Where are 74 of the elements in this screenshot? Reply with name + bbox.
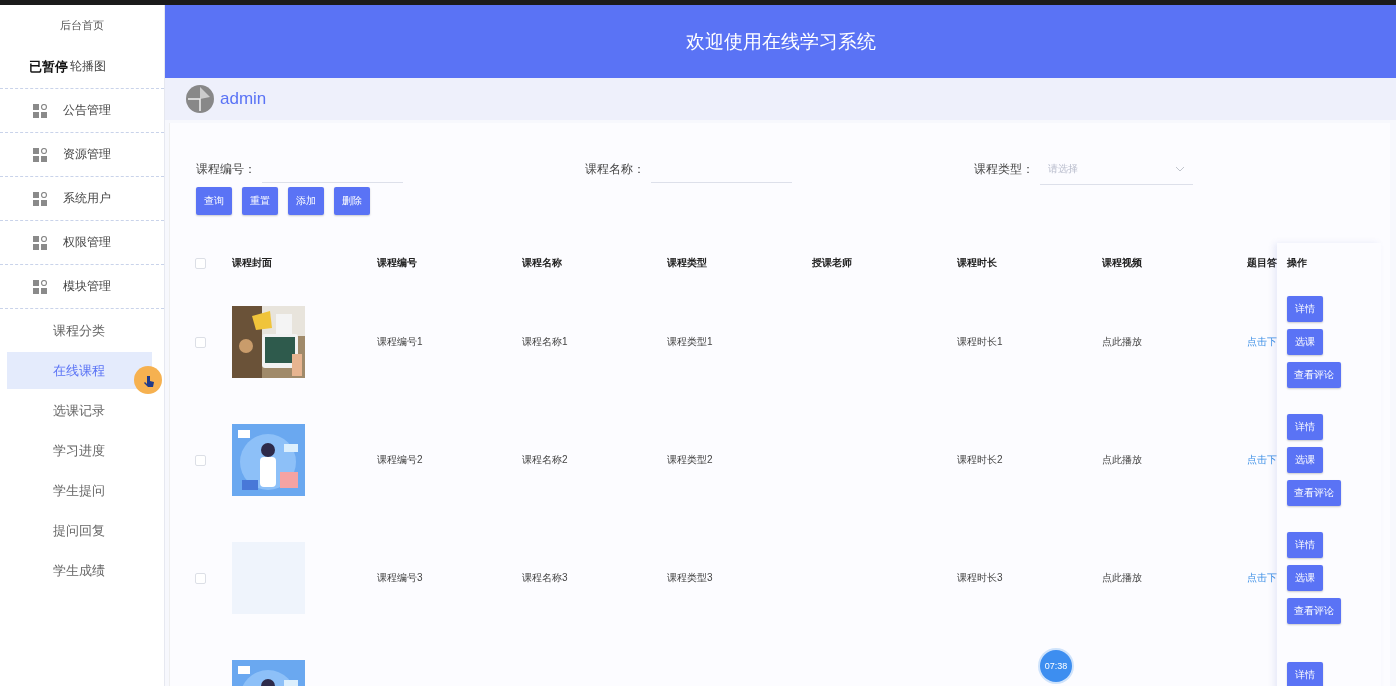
table-cell: 课程时长1 [957,336,1003,347]
filter-label: 课程名称： [585,160,646,178]
submenu-item[interactable]: 学生提问 [7,472,152,509]
submenu-item[interactable]: 学生成绩 [7,552,152,589]
download-link[interactable]: 点击下 [1247,454,1277,465]
avatar-icon [186,85,214,113]
row-action-button[interactable]: 详情 [1287,414,1323,440]
action-button[interactable]: 删除 [334,187,370,215]
menu-item[interactable]: 资源管理 [63,146,111,163]
table-cell: 课程名称2 [522,454,568,465]
action-button[interactable]: 添加 [288,187,324,215]
column-header: 授课老师 [812,256,853,270]
table-cell: 点此播放 [1102,336,1142,347]
grid-icon [33,103,47,118]
row-action-button[interactable]: 查看评论 [1287,480,1341,506]
table-cell: 课程编号1 [377,336,423,347]
user-name: admin [220,89,267,109]
table-cell: 课程编号3 [377,572,423,583]
download-link[interactable]: 点击下 [1247,572,1277,583]
cursor-highlight-icon [134,366,162,394]
row-action-button[interactable]: 详情 [1287,532,1323,558]
submenu-item[interactable]: 提问回复 [7,512,152,549]
column-header: 题目答 [1247,256,1278,270]
submenu-item[interactable]: 选课记录 [7,392,152,429]
row-action-button[interactable]: 详情 [1287,296,1323,322]
checkbox[interactable] [195,257,206,269]
column-header: 课程视频 [1102,256,1143,270]
submenu-item[interactable]: 课程分类 [7,312,152,349]
menu-item[interactable]: 系统用户 [63,190,111,207]
table-cell: 课程编号2 [377,454,423,465]
table-cell: 课程时长3 [957,572,1003,583]
paused-label: 已暂停 [29,57,68,76]
submenu-item[interactable]: 在线课程 [7,352,152,389]
column-header: 课程封面 [232,256,273,270]
download-link[interactable]: 点击下 [1247,336,1277,347]
grid-icon [33,191,47,206]
row-action-button[interactable]: 查看评论 [1287,598,1341,624]
grid-icon [33,279,47,294]
row-action-button[interactable]: 选课 [1287,565,1323,591]
action-button[interactable]: 查询 [196,187,232,215]
submenu-item[interactable]: 学习进度 [7,432,152,469]
grid-icon [33,147,47,162]
checkbox[interactable] [195,336,206,348]
column-header: 课程时长 [957,256,998,270]
table-cell: 课程名称1 [522,336,568,347]
row-action-button[interactable]: 选课 [1287,329,1323,355]
table-cell: 课程名称3 [522,572,568,583]
menu-item[interactable]: 模块管理 [63,278,111,295]
row-action-button[interactable]: 查看评论 [1287,362,1341,388]
column-header: 课程类型 [667,256,708,270]
checkbox[interactable] [195,572,206,584]
row-action-button[interactable]: 详情 [1287,662,1323,686]
chevron-down-icon [1175,165,1185,172]
menu-item[interactable]: 轮播图 [70,58,106,75]
filter-label: 课程类型： [974,160,1035,178]
grid-icon [33,235,47,250]
row-action-button[interactable]: 选课 [1287,447,1323,473]
action-button[interactable]: 重置 [242,187,278,215]
menu-item[interactable]: 后台首页 [0,5,164,45]
table-cell: 课程类型3 [667,572,713,583]
menu-item[interactable]: 公告管理 [63,102,111,119]
table-cell: 点此播放 [1102,454,1142,465]
page-title: 欢迎使用在线学习系统 [685,29,876,54]
table-cell: 课程类型1 [667,336,713,347]
column-header: 课程编号 [377,256,418,270]
checkbox[interactable] [195,454,206,466]
table-cell: 点此播放 [1102,572,1142,583]
column-header: 课程名称 [522,256,563,270]
column-header: 操作 [1287,256,1307,270]
filter-label: 课程编号： [196,160,257,178]
timer-badge: 07:38 [1040,650,1072,682]
table-cell: 课程类型2 [667,454,713,465]
table-cell: 课程时长2 [957,454,1003,465]
menu-item[interactable]: 权限管理 [63,234,111,251]
